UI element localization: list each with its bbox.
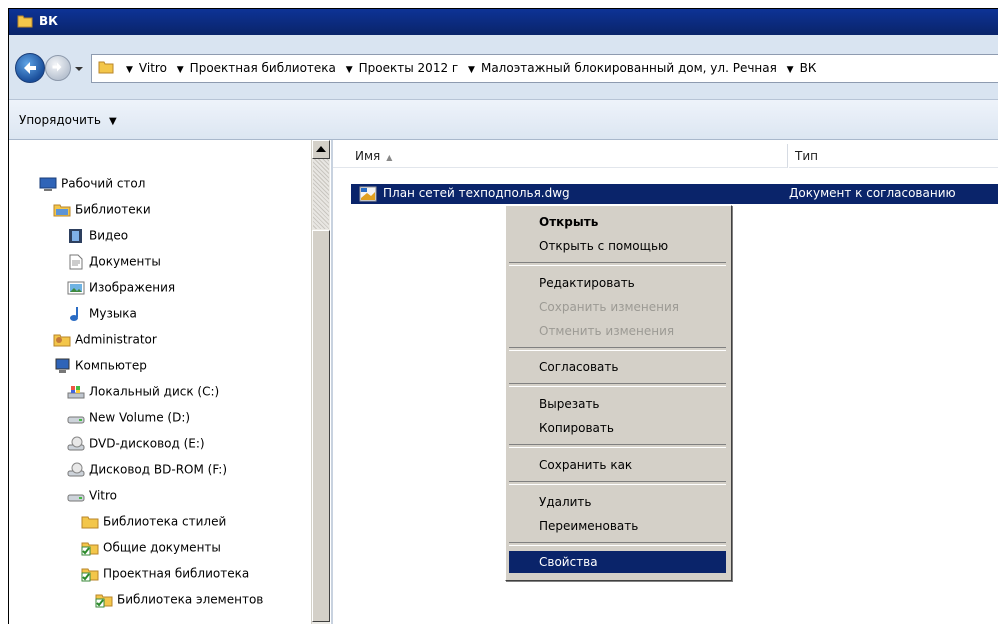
command-bar: Упорядочить ▼ bbox=[9, 100, 998, 140]
folder-icon bbox=[17, 14, 33, 31]
chevron-down-icon bbox=[75, 67, 83, 71]
nav-item-video[interactable]: Видео bbox=[67, 225, 128, 247]
nav-item-music[interactable]: Музыка bbox=[67, 303, 137, 325]
breadcrumb: ▼ Vitro ▼ Проектная библиотека ▼ Проекты 20… bbox=[120, 61, 816, 75]
address-row: ▼ Vitro ▼ Проектная библиотека ▼ Проекты 20… bbox=[9, 35, 998, 100]
organize-button[interactable]: Упорядочить ▼ bbox=[19, 113, 117, 127]
nav-item-libraries[interactable]: Библиотеки bbox=[53, 199, 151, 221]
column-header-type[interactable]: Тип bbox=[789, 144, 998, 168]
context-menu: Открыть Открыть с помощью Редактировать … bbox=[505, 205, 732, 581]
breadcrumb-separator-icon: ▼ bbox=[176, 65, 184, 75]
nav-item-shared-documents[interactable]: Общие документы bbox=[81, 537, 221, 559]
column-header-name[interactable]: Имя ▲ bbox=[333, 144, 788, 168]
breadcrumb-separator-icon: ▼ bbox=[786, 65, 794, 75]
menu-item-approve[interactable]: Согласовать bbox=[509, 356, 726, 378]
documents-icon bbox=[67, 254, 85, 270]
menu-item-properties[interactable]: Свойства bbox=[509, 551, 726, 573]
file-name: План сетей техподполья.dwg bbox=[383, 186, 570, 200]
scroll-thumb[interactable] bbox=[312, 230, 330, 622]
nav-item-project-library[interactable]: Проектная библиотека bbox=[81, 563, 249, 585]
computer-icon bbox=[53, 358, 71, 374]
breadcrumb-separator-icon: ▼ bbox=[468, 65, 475, 75]
libraries-icon bbox=[53, 202, 71, 218]
folder-icon bbox=[98, 59, 114, 78]
breadcrumb-item[interactable]: Vitro bbox=[139, 61, 167, 75]
menu-item-delete[interactable]: Удалить bbox=[509, 491, 726, 513]
nav-item-drive-f[interactable]: Дисковод BD-ROM (F:) bbox=[67, 459, 227, 481]
navigation-pane: Рабочий стол Библиотеки Видео Документы … bbox=[9, 140, 331, 624]
nav-item-drive-e[interactable]: DVD-дисковод (E:) bbox=[67, 433, 205, 455]
menu-item-open[interactable]: Открыть bbox=[509, 211, 726, 233]
recent-pages-button[interactable] bbox=[74, 63, 84, 73]
breadcrumb-item[interactable]: Проекты 2012 г bbox=[359, 61, 459, 75]
folder-icon bbox=[81, 514, 99, 530]
scroll-up-button[interactable] bbox=[312, 140, 330, 159]
nav-item-desktop[interactable]: Рабочий стол bbox=[39, 173, 145, 195]
scroll-track[interactable] bbox=[313, 159, 329, 229]
chevron-up-icon bbox=[316, 146, 326, 152]
nav-scrollbar[interactable] bbox=[311, 140, 330, 624]
drive-icon bbox=[67, 410, 85, 426]
menu-item-save-as[interactable]: Сохранить как bbox=[509, 454, 726, 476]
checked-folder-icon bbox=[81, 540, 99, 556]
menu-separator bbox=[509, 542, 726, 546]
chevron-down-icon: ▼ bbox=[108, 116, 117, 127]
breadcrumb-item[interactable]: Малоэтажный блокированный дом, ул. Речна… bbox=[481, 61, 777, 75]
desktop-icon bbox=[39, 176, 57, 192]
sort-ascending-icon: ▲ bbox=[386, 153, 393, 162]
music-icon bbox=[67, 306, 85, 322]
nav-item-documents[interactable]: Документы bbox=[67, 251, 161, 273]
nav-item-drive-d[interactable]: New Volume (D:) bbox=[67, 407, 190, 429]
file-row[interactable]: План сетей техподполья.dwg Документ к со… bbox=[351, 184, 998, 204]
nav-item-administrator[interactable]: Administrator bbox=[53, 329, 157, 351]
video-icon bbox=[67, 228, 85, 244]
network-drive-icon bbox=[67, 488, 85, 504]
title-bar[interactable]: ВК bbox=[9, 9, 998, 35]
bd-drive-icon bbox=[67, 462, 85, 478]
dwg-file-icon bbox=[359, 186, 377, 205]
nav-item-computer[interactable]: Компьютер bbox=[53, 355, 147, 377]
nav-item-style-library[interactable]: Библиотека стилей bbox=[81, 511, 226, 533]
nav-item-vitro[interactable]: Vitro bbox=[67, 485, 117, 507]
menu-separator bbox=[509, 262, 726, 266]
back-button[interactable] bbox=[15, 53, 45, 83]
forward-arrow-icon bbox=[52, 62, 62, 72]
back-arrow-icon bbox=[24, 62, 36, 74]
menu-item-cut[interactable]: Вырезать bbox=[509, 393, 726, 415]
menu-item-copy[interactable]: Копировать bbox=[509, 417, 726, 439]
menu-item-edit[interactable]: Редактировать bbox=[509, 272, 726, 294]
dvd-drive-icon bbox=[67, 436, 85, 452]
forward-button[interactable] bbox=[45, 55, 71, 81]
nav-item-drive-c[interactable]: Локальный диск (C:) bbox=[67, 381, 219, 403]
menu-separator bbox=[509, 444, 726, 448]
user-folder-icon bbox=[53, 332, 71, 348]
system-drive-icon bbox=[67, 384, 85, 400]
breadcrumb-item[interactable]: Проектная библиотека bbox=[190, 61, 336, 75]
breadcrumb-separator-icon: ▼ bbox=[345, 65, 353, 75]
checked-folder-icon bbox=[95, 592, 113, 608]
nav-item-pictures[interactable]: Изображения bbox=[67, 277, 175, 299]
window-title: ВК bbox=[39, 14, 58, 28]
menu-item-save-changes[interactable]: Сохранить изменения bbox=[509, 296, 726, 318]
nav-item-element-library[interactable]: Библиотека элементов bbox=[95, 589, 263, 611]
breadcrumb-item[interactable]: ВК bbox=[800, 61, 817, 75]
pictures-icon bbox=[67, 280, 85, 296]
address-bar[interactable]: ▼ Vitro ▼ Проектная библиотека ▼ Проекты 20… bbox=[91, 54, 998, 83]
file-type: Документ к согласованию bbox=[789, 186, 956, 200]
breadcrumb-separator-icon: ▼ bbox=[126, 65, 133, 75]
menu-separator bbox=[509, 383, 726, 387]
menu-separator bbox=[509, 481, 726, 485]
menu-item-open-with[interactable]: Открыть с помощью bbox=[509, 235, 726, 257]
explorer-window: ВК ▼ Vitro ▼ Проектная библиотека ▼ Проекты… bbox=[8, 8, 998, 624]
menu-item-cancel-changes[interactable]: Отменить изменения bbox=[509, 320, 726, 342]
organize-label: Упорядочить bbox=[19, 113, 101, 127]
checked-folder-icon bbox=[81, 566, 99, 582]
menu-item-rename[interactable]: Переименовать bbox=[509, 515, 726, 537]
menu-separator bbox=[509, 347, 726, 351]
